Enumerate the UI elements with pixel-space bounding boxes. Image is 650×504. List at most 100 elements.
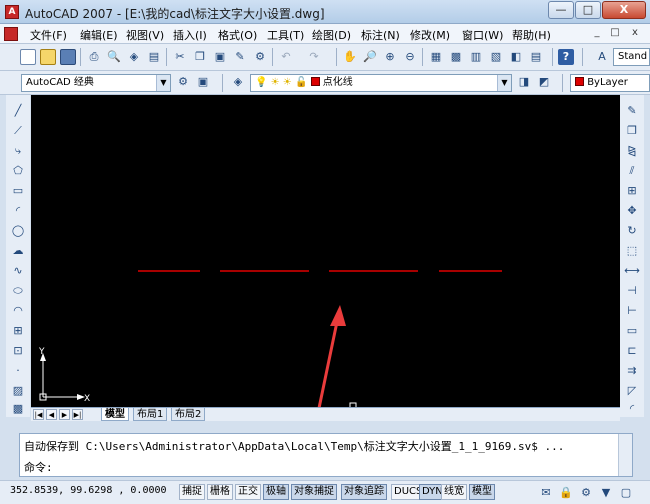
markup-icon[interactable]: ◧ <box>508 49 524 65</box>
color-combo[interactable]: ByLayer <box>570 74 650 92</box>
menu-draw[interactable]: 绘图(D) <box>312 27 351 43</box>
polygon-icon[interactable]: ⬠ <box>10 163 26 179</box>
tab-layout2[interactable]: 布局2 <box>171 408 206 421</box>
break-icon[interactable]: ⊏ <box>624 343 640 359</box>
match-properties-icon[interactable]: ✎ <box>232 49 248 65</box>
array-icon[interactable]: ⊞ <box>624 183 640 199</box>
3d-publish-icon[interactable]: ▤ <box>146 49 162 65</box>
fillet-icon[interactable]: ◜ <box>624 401 640 417</box>
ortho-toggle[interactable]: 正交 <box>235 484 261 500</box>
command-prompt[interactable]: 命令: <box>24 459 53 475</box>
tray-settings-icon[interactable]: ⚙ <box>578 485 594 501</box>
move-icon[interactable]: ✥ <box>624 203 640 219</box>
autocad-logo-icon[interactable]: A <box>5 5 19 19</box>
design-center-icon[interactable]: ▩ <box>448 49 464 65</box>
line-icon[interactable]: ╱ <box>10 103 26 119</box>
block-editor-icon[interactable]: ⚙ <box>252 49 268 65</box>
stretch-icon[interactable]: ⟷ <box>624 263 640 279</box>
workspace-combo[interactable]: AutoCAD 经典 ▼ <box>21 74 171 92</box>
polar-toggle[interactable]: 极轴 <box>263 484 289 500</box>
rotate-icon[interactable]: ↻ <box>624 223 640 239</box>
clean-screen-icon[interactable]: ▢ <box>618 485 634 501</box>
new-file-icon[interactable] <box>20 49 36 65</box>
ellipse-icon[interactable]: ⬭ <box>10 283 26 299</box>
doc-minimize-button[interactable]: _ <box>590 26 604 40</box>
layer-thaw-viewport-icon[interactable]: ☀ <box>283 77 292 88</box>
model-toggle[interactable]: 模型 <box>469 484 495 500</box>
menu-tools[interactable]: 工具(T) <box>267 27 304 43</box>
communication-center-icon[interactable]: ✉ <box>538 485 554 501</box>
menu-format[interactable]: 格式(O) <box>218 27 257 43</box>
rectangle-icon[interactable]: ▭ <box>10 183 26 199</box>
text-style-combo[interactable]: Stand <box>613 48 650 66</box>
open-folder-icon[interactable] <box>40 49 56 65</box>
arc-icon[interactable]: ◜ <box>10 203 26 219</box>
menu-window[interactable]: 窗口(W) <box>462 27 503 43</box>
scale-icon[interactable]: ⬚ <box>624 243 640 259</box>
layer-lock-icon[interactable]: 🔓 <box>295 77 307 88</box>
layer-on-icon[interactable]: 💡 <box>255 77 267 88</box>
first-tab-button[interactable]: |◀ <box>33 409 44 420</box>
insert-block-icon[interactable]: ⊞ <box>10 323 26 339</box>
help-icon[interactable]: ? <box>558 49 574 65</box>
make-current-layer-icon[interactable]: ◨ <box>516 74 532 90</box>
save-icon[interactable] <box>60 49 76 65</box>
layer-combo[interactable]: 💡 ☀ ☀ 🔓 点化线 ▼ <box>250 74 512 92</box>
chamfer-icon[interactable]: ◸ <box>624 383 640 399</box>
menu-view[interactable]: 视图(V) <box>126 27 164 43</box>
chevron-down-icon[interactable]: ▼ <box>497 75 511 91</box>
extend-icon[interactable]: ⊢ <box>624 303 640 319</box>
chevron-down-icon[interactable]: ▼ <box>598 485 614 501</box>
paste-icon[interactable]: ▣ <box>212 49 228 65</box>
gradient-icon[interactable]: ▩ <box>10 401 26 417</box>
zoom-window-icon[interactable]: ⊕ <box>382 49 398 65</box>
undo-icon[interactable]: ↶ <box>278 49 294 65</box>
construction-line-icon[interactable]: ⟋ <box>10 123 26 139</box>
menu-file[interactable]: 文件(F) <box>30 27 67 43</box>
pan-icon[interactable]: ✋ <box>342 49 358 65</box>
workspace-settings-icon[interactable]: ⚙ <box>175 74 191 90</box>
layer-previous-icon[interactable]: ◩ <box>536 74 552 90</box>
text-style-icon[interactable]: A <box>594 49 610 65</box>
lineweight-toggle[interactable]: 线宽 <box>441 484 467 500</box>
grid-toggle[interactable]: 栅格 <box>207 484 233 500</box>
osnap-toggle[interactable]: 对象捕捉 <box>291 484 337 500</box>
snap-toggle[interactable]: 捕捉 <box>179 484 205 500</box>
close-button[interactable]: X <box>602 1 646 19</box>
sheet-set-icon[interactable]: ▧ <box>488 49 504 65</box>
layer-manager-icon[interactable]: ◈ <box>230 74 246 90</box>
circle-icon[interactable]: ◯ <box>10 223 26 239</box>
command-scrollbar[interactable] <box>618 434 632 476</box>
print-icon[interactable]: ⎙ <box>86 49 102 65</box>
tab-layout1[interactable]: 布局1 <box>133 408 168 421</box>
document-icon[interactable] <box>4 27 18 41</box>
tab-model[interactable]: 模型 <box>101 408 129 421</box>
minimize-button[interactable]: — <box>548 1 574 19</box>
properties-icon[interactable]: ▦ <box>428 49 444 65</box>
zoom-realtime-icon[interactable]: 🔎 <box>362 49 378 65</box>
drawing-canvas[interactable]: Y X <box>31 95 620 407</box>
spline-icon[interactable]: ∿ <box>10 263 26 279</box>
point-icon[interactable]: · <box>10 363 26 379</box>
copy-icon[interactable]: ❐ <box>192 49 208 65</box>
erase-icon[interactable]: ✎ <box>624 103 640 119</box>
tool-palettes-icon[interactable]: ▥ <box>468 49 484 65</box>
trim-icon[interactable]: ⊣ <box>624 283 640 299</box>
command-window[interactable]: 自动保存到 C:\Users\Administrator\AppData\Loc… <box>19 433 633 477</box>
menu-help[interactable]: 帮助(H) <box>512 27 551 43</box>
publish-icon[interactable]: ◈ <box>126 49 142 65</box>
menu-dimension[interactable]: 标注(N) <box>361 27 400 43</box>
workspace-save-icon[interactable]: ▣ <box>195 74 211 90</box>
hatch-icon[interactable]: ▨ <box>10 383 26 399</box>
copy-object-icon[interactable]: ❐ <box>624 123 640 139</box>
revision-cloud-icon[interactable]: ☁ <box>10 243 26 259</box>
layer-thaw-icon[interactable]: ☀ <box>271 77 280 88</box>
calculator-icon[interactable]: ▤ <box>528 49 544 65</box>
join-icon[interactable]: ⇉ <box>624 363 640 379</box>
prev-tab-button[interactable]: ◀ <box>46 409 57 420</box>
zoom-previous-icon[interactable]: ⊖ <box>402 49 418 65</box>
ellipse-arc-icon[interactable]: ◠ <box>10 303 26 319</box>
offset-icon[interactable]: ⫽ <box>624 163 640 179</box>
menu-insert[interactable]: 插入(I) <box>173 27 207 43</box>
doc-close-button[interactable]: x <box>628 26 642 40</box>
